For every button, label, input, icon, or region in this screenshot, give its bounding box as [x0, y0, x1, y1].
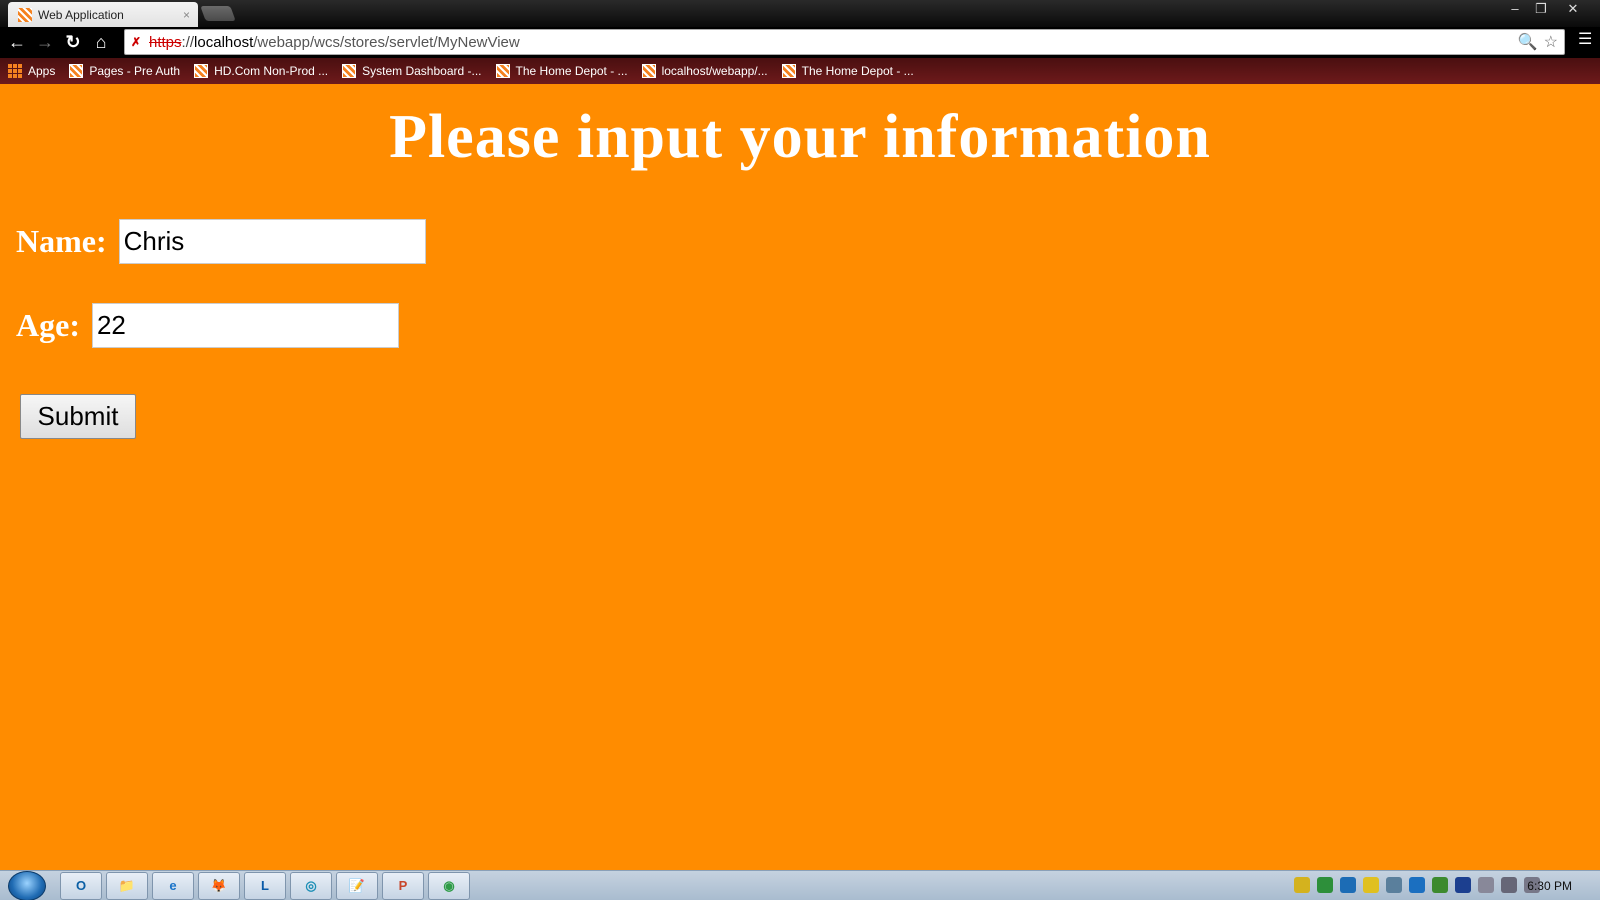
back-button[interactable]: ← [3, 29, 31, 57]
bookmark-label: The Home Depot - ... [515, 64, 628, 78]
tray-network-icon[interactable] [1386, 877, 1402, 893]
bookmark-apps[interactable]: Apps [8, 64, 55, 78]
age-row: Age: [16, 303, 399, 348]
windows-taskbar: O 📁 e 🦊 L ◎ 📝 P ◉ 6:30 PM [0, 870, 1600, 900]
internet-explorer-taskbar-icon[interactable]: e [152, 871, 194, 900]
bookmark-item[interactable]: HD.Com Non-Prod ... [194, 64, 328, 78]
outlook-taskbar-icon[interactable]: O [60, 871, 102, 900]
minimize-button[interactable]: – [1502, 0, 1528, 20]
bookmark-item[interactable]: The Home Depot - ... [495, 64, 628, 78]
tray-app-icon[interactable] [1294, 877, 1310, 893]
system-tray [1294, 877, 1540, 893]
lync-taskbar-icon[interactable]: L [244, 871, 286, 900]
tab-close-icon[interactable]: × [183, 8, 190, 22]
home-depot-favicon-icon [18, 7, 32, 22]
browser-titlebar: Web Application × – ❐ ✕ [0, 0, 1600, 27]
tray-app-icon[interactable] [1317, 877, 1333, 893]
omnibox-actions: 🔍 ☆ [1518, 32, 1558, 52]
notepad-taskbar-icon[interactable]: 📝 [336, 871, 378, 900]
reload-button[interactable]: ↻ [59, 29, 87, 57]
start-button[interactable] [8, 870, 46, 900]
tray-security-icon[interactable] [1432, 877, 1448, 893]
browser-tab[interactable]: Web Application × [8, 2, 198, 27]
url-host: localhost [194, 33, 254, 51]
home-depot-icon [781, 64, 796, 78]
chrome-menu-icon[interactable]: ☰ [1578, 32, 1594, 48]
zoom-icon[interactable]: 🔍 [1518, 32, 1538, 52]
name-label: Name: [16, 223, 107, 259]
powerpoint-taskbar-icon[interactable]: P [382, 871, 424, 900]
bluetooth-icon[interactable] [1455, 877, 1471, 893]
name-input[interactable] [118, 219, 426, 264]
bookmark-star-icon[interactable]: ☆ [1544, 32, 1558, 52]
signal-icon[interactable] [1501, 877, 1517, 893]
tray-lync-icon[interactable] [1409, 877, 1425, 893]
name-row: Name: [16, 219, 426, 264]
home-depot-icon [342, 64, 357, 78]
tab-title: Web Application [38, 7, 124, 22]
app-taskbar-icon[interactable]: ◎ [290, 871, 332, 900]
home-depot-icon [194, 64, 209, 78]
bookmark-label: Apps [28, 64, 56, 78]
url-scheme: https [149, 33, 182, 51]
reload-icon: ↻ [65, 32, 81, 52]
bookmark-item[interactable]: The Home Depot - ... [781, 64, 914, 78]
url-separator: :// [181, 33, 195, 51]
apps-grid-icon [8, 64, 22, 78]
submit-button[interactable]: Submit [20, 394, 136, 439]
firefox-taskbar-icon[interactable]: 🦊 [198, 871, 240, 900]
tray-outlook-icon[interactable] [1340, 877, 1356, 893]
bookmarks-bar: Apps Pages - Pre Auth HD.Com Non-Prod ..… [0, 58, 1600, 84]
home-depot-icon [495, 64, 510, 78]
page-title: Please input your information [389, 103, 1211, 171]
bookmark-item[interactable]: System Dashboard -... [342, 64, 482, 78]
chrome-taskbar-icon[interactable]: ◉ [428, 871, 470, 900]
url-path: /webapp/wcs/stores/servlet/MyNewView [253, 33, 520, 51]
battery-icon[interactable] [1478, 877, 1494, 893]
insecure-https-icon: ✗ [131, 35, 142, 49]
bookmark-item[interactable]: localhost/webapp/... [641, 64, 768, 78]
forward-button[interactable]: → [31, 29, 59, 57]
explorer-taskbar-icon[interactable]: 📁 [106, 871, 148, 900]
restore-button[interactable]: ❐ [1528, 0, 1554, 20]
taskbar-clock[interactable]: 6:30 PM [1527, 879, 1572, 893]
home-depot-icon [641, 64, 656, 78]
home-depot-icon [69, 64, 84, 78]
bookmark-label: localhost/webapp/... [661, 64, 768, 78]
bookmark-label: System Dashboard -... [362, 64, 482, 78]
bookmark-label: HD.Com Non-Prod ... [214, 64, 329, 78]
back-arrow-icon: ← [8, 32, 26, 52]
age-input[interactable] [91, 303, 399, 348]
bookmark-label: Pages - Pre Auth [89, 64, 181, 78]
address-bar[interactable]: ✗ https://localhost/webapp/wcs/stores/se… [124, 29, 1565, 55]
page-content: Please input your information Name: Age:… [0, 84, 1600, 870]
home-button[interactable]: ⌂ [87, 29, 115, 57]
forward-arrow-icon: → [36, 32, 54, 52]
bookmark-item[interactable]: Pages - Pre Auth [69, 64, 180, 78]
close-window-button[interactable]: ✕ [1560, 0, 1586, 20]
age-label: Age: [16, 307, 80, 343]
home-icon: ⌂ [95, 32, 107, 52]
bookmark-label: The Home Depot - ... [801, 64, 914, 78]
browser-toolbar: ← → ↻ ⌂ ✗ https://localhost/webapp/wcs/s… [0, 27, 1600, 58]
tray-shield-icon[interactable] [1363, 877, 1379, 893]
new-tab-button[interactable] [200, 6, 236, 21]
